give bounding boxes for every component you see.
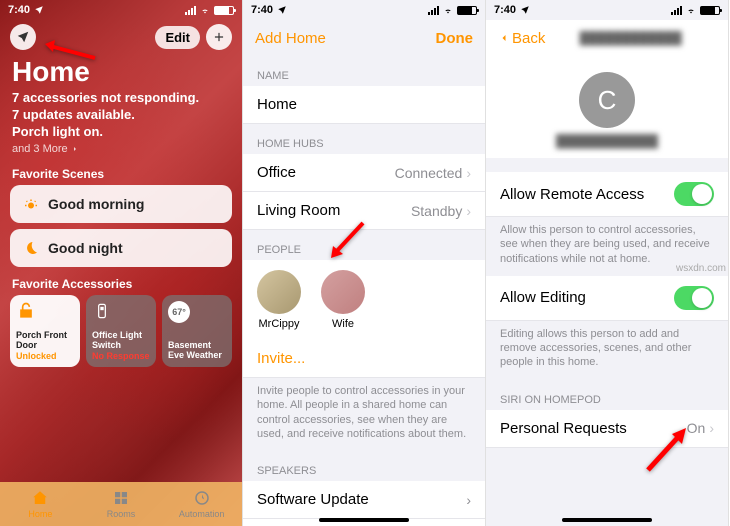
status-bar: 7:40 xyxy=(243,0,485,20)
red-arrow-annotation xyxy=(40,38,100,73)
battery-icon xyxy=(457,6,477,15)
allow-editing-row: Allow Editing xyxy=(486,276,728,321)
tile-state: No Response xyxy=(92,351,150,361)
back-button[interactable]: Back xyxy=(498,30,545,47)
tab-bar: Home Rooms Automation xyxy=(0,482,242,526)
tile-weather[interactable]: 67° Basement Eve Weather xyxy=(162,295,232,367)
home-indicator[interactable] xyxy=(562,518,652,522)
home-location-button[interactable] xyxy=(10,24,36,50)
tile-porch-door[interactable]: Porch Front Door Unlocked xyxy=(10,295,80,367)
home-title: Home xyxy=(0,54,242,90)
location-icon xyxy=(520,5,530,15)
person-mrcippy[interactable]: MrCippy xyxy=(257,270,301,330)
invite-link[interactable]: Invite... xyxy=(243,340,485,378)
edit-button[interactable]: Edit xyxy=(155,26,200,49)
hub-office[interactable]: Office Connected› xyxy=(243,154,485,192)
siri-header: SIRI ON HOMEPOD xyxy=(486,380,728,410)
done-button[interactable]: Done xyxy=(436,30,474,47)
chevron-right-icon: › xyxy=(466,492,471,508)
person-email-redacted: ████████████ xyxy=(556,134,658,148)
speakers-header: SPEAKERS xyxy=(243,451,485,481)
scene-label: Good morning xyxy=(48,196,144,212)
watermark: wsxdn.com xyxy=(676,263,726,274)
nav-title-redacted: ████████████ xyxy=(580,31,682,45)
chevron-left-icon xyxy=(498,30,510,46)
home-icon xyxy=(31,489,49,507)
scenes-header: Favorite Scenes xyxy=(0,167,242,185)
scene-label: Good night xyxy=(48,240,123,256)
scene-good-night[interactable]: Good night xyxy=(10,229,232,267)
wifi-icon xyxy=(685,6,697,15)
location-icon xyxy=(34,5,44,15)
nav-bar: Back ████████████ xyxy=(486,20,728,56)
accessories-header: Favorite Accessories xyxy=(0,277,242,295)
tile-name: Office Light Switch xyxy=(92,331,150,351)
more-link[interactable]: and 3 More xyxy=(0,141,242,157)
wifi-icon xyxy=(442,6,454,15)
signal-icon xyxy=(671,6,682,15)
location-icon xyxy=(277,5,287,15)
tile-name: Porch Front Door xyxy=(16,331,74,351)
tile-office-switch[interactable]: Office Light Switch No Response xyxy=(86,295,156,367)
remote-access-row: Allow Remote Access xyxy=(486,172,728,217)
chevron-right-icon: › xyxy=(709,420,714,436)
lock-open-icon xyxy=(16,301,36,321)
home-status-2: 7 updates available. xyxy=(0,107,242,124)
signal-icon xyxy=(428,6,439,15)
tab-home[interactable]: Home xyxy=(0,482,81,526)
red-arrow-annotation xyxy=(323,218,373,273)
chevron-right-icon: › xyxy=(466,165,471,181)
rooms-icon xyxy=(112,489,130,507)
location-arrow-icon xyxy=(16,30,30,44)
plus-icon xyxy=(212,30,226,44)
battery-icon xyxy=(700,6,720,15)
editing-footer: Editing allows this person to add and re… xyxy=(486,321,728,380)
chevron-right-icon: › xyxy=(466,203,471,219)
status-bar: 7:40 xyxy=(0,0,242,20)
home-status-1: 7 accessories not responding. xyxy=(0,90,242,107)
signal-icon xyxy=(185,6,196,15)
avatar xyxy=(257,270,301,314)
status-bar: 7:40 xyxy=(486,0,728,20)
wifi-icon xyxy=(199,6,211,15)
add-button[interactable] xyxy=(206,24,232,50)
avatar-large: C xyxy=(579,72,635,128)
status-time: 7:40 xyxy=(251,4,273,16)
software-update-row[interactable]: Software Update › xyxy=(243,481,485,519)
chevron-right-icon xyxy=(71,145,79,153)
tab-rooms[interactable]: Rooms xyxy=(81,482,162,526)
remote-access-toggle[interactable] xyxy=(674,182,714,206)
name-header: NAME xyxy=(243,56,485,86)
tab-automation[interactable]: Automation xyxy=(161,482,242,526)
phone-home-settings: 7:40 Add Home Done NAME HOME HUBS Office… xyxy=(243,0,486,526)
person-header: C ████████████ xyxy=(486,56,728,158)
status-time: 7:40 xyxy=(8,4,30,16)
status-time: 7:40 xyxy=(494,4,516,16)
sunrise-icon xyxy=(22,195,40,213)
avatar xyxy=(321,270,365,314)
home-name-input[interactable] xyxy=(257,96,471,113)
scene-good-morning[interactable]: Good morning xyxy=(10,185,232,223)
tile-state: Unlocked xyxy=(16,351,74,361)
battery-icon xyxy=(214,6,234,15)
automation-icon xyxy=(193,489,211,507)
moon-icon xyxy=(22,239,40,257)
red-arrow-annotation xyxy=(638,420,698,485)
hubs-header: HOME HUBS xyxy=(243,124,485,154)
add-home-button[interactable]: Add Home xyxy=(255,30,326,47)
person-wife[interactable]: Wife xyxy=(321,270,365,330)
name-field-row[interactable] xyxy=(243,86,485,124)
home-status-3: Porch light on. xyxy=(0,124,242,141)
phone-home: 7:40 Edit Home 7 accessories xyxy=(0,0,243,526)
temp-icon: 67° xyxy=(168,301,190,323)
allow-editing-toggle[interactable] xyxy=(674,286,714,310)
invite-footer: Invite people to control accessories in … xyxy=(243,378,485,451)
nav-bar: Add Home Done xyxy=(243,20,485,56)
home-indicator[interactable] xyxy=(319,518,409,522)
switch-icon xyxy=(92,301,112,321)
tile-name: Basement Eve Weather xyxy=(168,341,226,361)
